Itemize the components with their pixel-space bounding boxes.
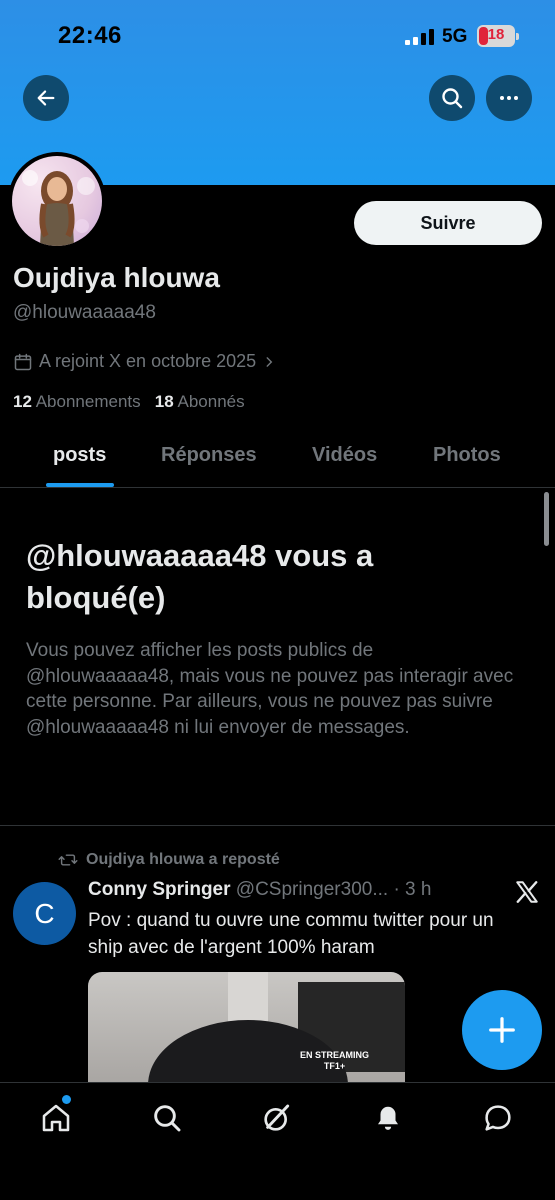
tab-videos[interactable]: Vidéos [312,444,377,467]
plus-icon [489,1017,515,1043]
tweet-header: Conny Springer @CSpringer300... · 3 h [88,879,431,901]
tab-photos[interactable]: Photos [433,444,501,467]
nav-grok[interactable] [260,1101,294,1135]
search-icon [154,1105,181,1132]
home-icon [42,1104,70,1132]
profile-handle: @hlouwaaaaa48 [13,302,156,323]
nav-messages[interactable] [481,1101,515,1135]
profile-avatar[interactable] [8,152,106,250]
blocked-description: Vous pouvez afficher les posts publics d… [26,640,514,738]
battery-level: 18 [487,26,505,43]
media-watermark-line2: TF1+ [323,1061,346,1071]
followers-link[interactable]: 18 Abonnés [155,392,245,411]
signal-icon [405,29,434,45]
tweet-author-avatar[interactable]: C [13,882,76,945]
repost-icon [58,854,78,866]
more-button[interactable] [486,75,532,121]
repost-label: Oujdiya hlouwa a reposté [86,851,280,868]
home-notification-dot [62,1095,71,1104]
tweet-author-handle[interactable]: @CSpringer300... [236,879,388,900]
joined-text: A rejoint X en octobre 2025 [39,351,257,371]
nav-home[interactable] [39,1101,73,1135]
battery-icon: 18 [477,25,519,47]
following-link[interactable]: 12 Abonnements [13,392,141,411]
status-bar: 22:46 5G 18 [0,0,555,70]
back-button[interactable] [23,75,69,121]
status-time: 22:46 [58,22,122,49]
joined-date[interactable]: A rejoint X en octobre 2025 [13,351,276,372]
bottom-navigation [0,1082,555,1200]
nav-notifications[interactable] [371,1101,405,1135]
repost-indicator[interactable]: Oujdiya hlouwa a reposté [58,851,280,869]
follow-button[interactable]: Suivre [354,201,542,245]
avatar-image [22,170,95,246]
tweet-author-name[interactable]: Conny Springer [88,879,231,900]
chevron-right-icon [266,356,273,367]
follow-counts: 12 Abonnements 18 Abonnés [13,392,245,412]
tab-posts[interactable]: posts [53,444,106,467]
followers-count: 18 [154,392,174,411]
more-horizontal-icon [500,96,518,100]
blocked-title: @hlouwaaaaa48 vous a bloqué(e) [26,538,374,615]
media-watermark-line1: EN STREAMING [300,1050,370,1060]
profile-tabs: posts Réponses Vidéos Photos [0,430,555,488]
search-button[interactable] [429,75,475,121]
compose-button[interactable] [462,990,542,1070]
arrow-left-icon [37,90,55,106]
active-tab-indicator [46,483,114,487]
following-count: 12 [13,392,32,411]
x-logo-icon[interactable] [514,879,540,905]
followers-label: Abonnés [177,392,245,411]
tweet-text: Pov : quand tu ouvre une commu twitter p… [88,910,494,958]
search-icon [442,88,463,109]
tweet-media[interactable]: EN STREAMING TF1+ [88,972,405,1082]
network-type: 5G [442,26,468,47]
tab-replies[interactable]: Réponses [161,444,257,467]
grok-icon [264,1104,290,1131]
scrollbar[interactable] [544,492,549,546]
profile-display-name: Oujdiya hlouwa [13,262,220,293]
bell-icon [378,1106,398,1130]
tweet-timestamp: · 3 h [393,879,432,900]
message-icon [485,1105,511,1131]
nav-explore[interactable] [150,1101,184,1135]
following-label: Abonnements [35,392,141,411]
media-watermark: EN STREAMING TF1+ [300,1050,369,1072]
divider [0,825,555,826]
calendar-icon [14,353,32,370]
